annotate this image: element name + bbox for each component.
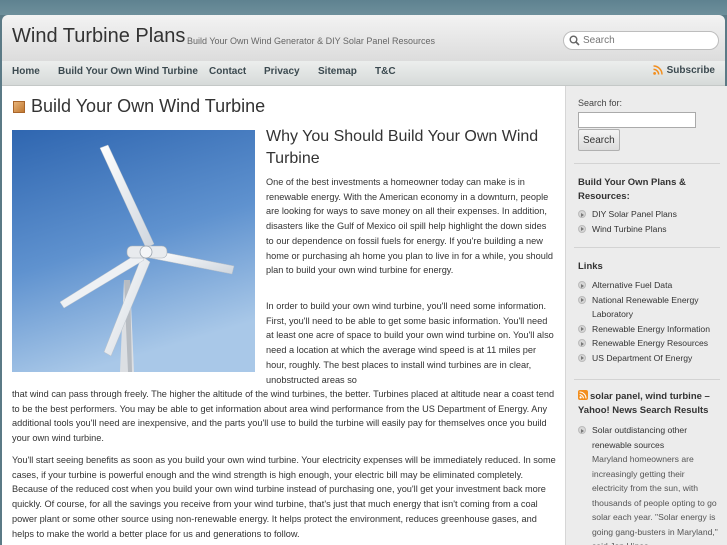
nav-tandc[interactable]: T&C: [375, 66, 396, 77]
subscribe-label: Subscribe: [666, 65, 715, 76]
links-item-label: Alternative Fuel Data: [592, 280, 673, 290]
links-item-label: US Department Of Energy: [592, 352, 693, 363]
sidebar-divider: [574, 163, 720, 164]
news-item[interactable]: Solar outdistancing other renewable sour…: [578, 423, 718, 545]
links-item-label: Renewable Energy Information: [592, 323, 710, 334]
links-item[interactable]: Alternative Fuel Data: [578, 278, 718, 293]
main-content: Build Your Own Wind Turbine Why You Shou…: [2, 86, 565, 545]
arrow-bullet-icon: [578, 224, 586, 233]
links-item-label: National Renewable Energy Laboratory: [592, 294, 699, 320]
square-bullet-icon: [13, 101, 25, 113]
plans-item[interactable]: Wind Turbine Plans: [578, 222, 718, 237]
site-header: Wind Turbine Plans Build Your Own Wind G…: [2, 15, 725, 62]
news-title[interactable]: Solar outdistancing other renewable sour…: [592, 423, 718, 452]
arrow-bullet-icon: [578, 353, 586, 362]
plans-item-label: DIY Solar Panel Plans: [592, 209, 677, 219]
nav-privacy[interactable]: Privacy: [264, 66, 300, 77]
plans-list: DIY Solar Panel Plans Wind Turbine Plans: [578, 207, 718, 236]
links-item-label: Renewable Energy Resources: [592, 338, 709, 348]
arrow-bullet-icon: [578, 324, 586, 333]
sidebar-divider: [574, 379, 720, 380]
page-title: Build Your Own Wind Turbine: [31, 96, 266, 116]
article-paragraph-3: You'll start seeing benefits as soon as …: [12, 455, 556, 539]
arrow-bullet-icon: [578, 295, 586, 304]
links-item[interactable]: National Renewable Energy Laboratory: [578, 293, 718, 322]
links-list: Alternative Fuel Data National Renewable…: [578, 278, 718, 365]
news-summary: Maryland homeowners are increasingly get…: [592, 454, 718, 545]
plans-item-label: Wind Turbine Plans: [592, 223, 667, 234]
rss-icon: [578, 390, 588, 400]
sidebar-search-label: Search for:: [578, 98, 623, 108]
page: Wind Turbine Plans Build Your Own Wind G…: [0, 0, 727, 545]
arrow-bullet-icon: [578, 281, 586, 289]
wind-turbine-image: [12, 130, 255, 372]
nav-build-your-own-wind-turbine[interactable]: Build Your Own Wind Turbine: [58, 66, 198, 77]
site-title[interactable]: Wind Turbine Plans: [12, 25, 185, 48]
site-tagline: Build Your Own Wind Generator & DIY Sola…: [187, 36, 435, 46]
links-item[interactable]: Renewable Energy Information: [578, 322, 718, 337]
article-paragraph-1: One of the best investments a homeowner …: [266, 177, 554, 276]
sidebar-divider: [574, 247, 720, 248]
nav-contact[interactable]: Contact: [209, 66, 246, 77]
plans-heading: Build Your Own Plans & Resources:: [578, 177, 686, 202]
rss-heading-label: solar panel, wind turbine – Yahoo! News …: [578, 391, 710, 416]
article-paragraph-2-top: In order to build your own wind turbine,…: [266, 301, 554, 385]
arrow-bullet-icon: [578, 426, 586, 434]
top-strip: [0, 0, 727, 15]
sidebar-search-input[interactable]: [578, 112, 696, 128]
arrow-bullet-icon: [578, 339, 586, 347]
nav-home[interactable]: Home: [12, 66, 40, 77]
nav-sitemap[interactable]: Sitemap: [318, 66, 357, 77]
search-input[interactable]: [583, 33, 713, 47]
links-heading: Links: [578, 261, 603, 272]
sidebar-search-button[interactable]: Search: [578, 129, 620, 151]
rss-icon: [652, 65, 663, 75]
arrow-bullet-icon: [578, 210, 586, 218]
header-search[interactable]: [563, 31, 719, 50]
sidebar: Search for: Search Build Your Own Plans …: [565, 86, 727, 545]
article-heading: Why You Should Build Your Own Wind Turbi…: [266, 128, 539, 167]
rss-feed-heading[interactable]: solar panel, wind turbine – Yahoo! News …: [578, 390, 720, 418]
links-item[interactable]: US Department Of Energy: [578, 351, 718, 366]
subscribe-link[interactable]: Subscribe: [652, 65, 715, 76]
article-paragraph-2-bottom: that wind can pass through freely. The h…: [12, 389, 555, 444]
search-icon: [569, 35, 580, 46]
links-item[interactable]: Renewable Energy Resources: [578, 336, 718, 351]
nav-bar: Home Build Your Own Wind Turbine Contact…: [2, 61, 725, 86]
plans-item[interactable]: DIY Solar Panel Plans: [578, 207, 718, 222]
